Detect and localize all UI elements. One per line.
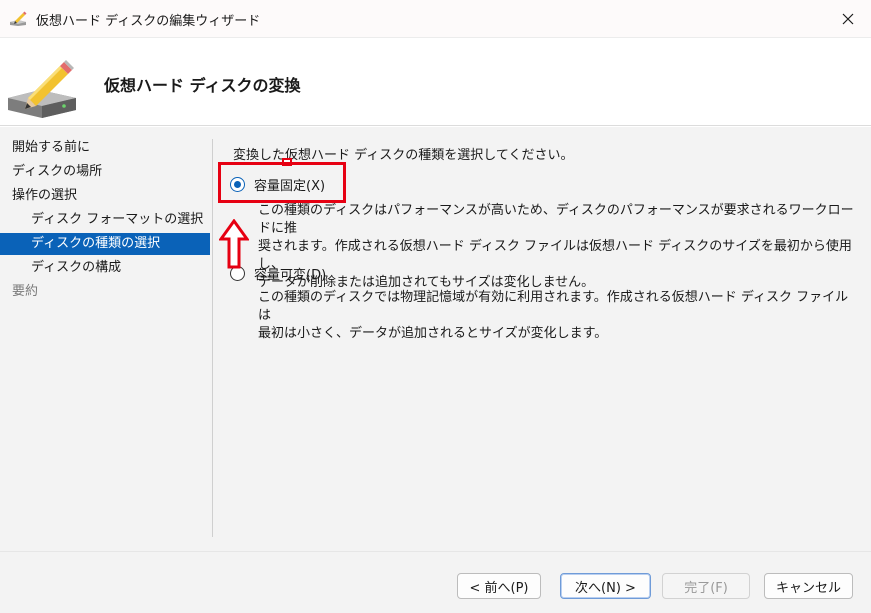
title-bar: 仮想ハード ディスクの編集ウィザード xyxy=(0,0,871,38)
disk-pencil-icon xyxy=(10,11,27,26)
cancel-button[interactable]: キャンセル xyxy=(764,573,853,599)
close-icon xyxy=(842,13,854,25)
disk-pencil-icon xyxy=(8,60,76,118)
description-line: 最初は小さく、データが追加されるとサイズが変化します。 xyxy=(258,326,608,341)
dynamic-size-label: 容量可変(D) xyxy=(254,268,327,283)
instruction-text: 変換した仮想ハード ディスクの種類を選択してください。 xyxy=(233,148,574,163)
radio-button-dynamic[interactable] xyxy=(230,266,245,281)
description-line: この種類のディスクでは物理記憶域が有効に利用されます。作成される仮想ハード ディ… xyxy=(258,290,849,323)
wizard-footer: < 前へ(P) 次へ(N) > 完了(F) キャンセル xyxy=(0,551,871,613)
finish-button[interactable]: 完了(F) xyxy=(662,573,750,599)
close-button[interactable] xyxy=(825,0,871,38)
fixed-size-description: この種類のディスクはパフォーマンスが高いため、ディスクのパフォーマンスが要求され… xyxy=(258,202,858,292)
nav-item-before-you-begin[interactable]: 開始する前に xyxy=(0,137,210,159)
fixed-size-label: 容量固定(X) xyxy=(254,179,326,194)
dynamic-size-radio[interactable]: 容量可変(D) xyxy=(230,264,326,283)
description-line: 奨されます。作成される仮想ハード ディスク ファイルは仮想ハード ディスクのサイ… xyxy=(258,239,852,272)
nav-item-configure-disk[interactable]: ディスクの構成 xyxy=(0,257,210,279)
nav-item-choose-action[interactable]: 操作の選択 xyxy=(0,185,210,207)
nav-item-disk-format[interactable]: ディスク フォーマットの選択 xyxy=(0,209,210,231)
back-button[interactable]: < 前へ(P) xyxy=(457,573,541,599)
wizard-header: 仮想ハード ディスクの変換 xyxy=(0,38,871,126)
nav-item-summary: 要約 xyxy=(12,284,39,299)
fixed-size-radio[interactable]: 容量固定(X) xyxy=(230,175,325,194)
nav-item-disk-type[interactable]: ディスクの種類の選択 xyxy=(0,233,210,255)
wizard-body: 開始する前に ディスクの場所 操作の選択 ディスク フォーマットの選択 ディスク… xyxy=(0,127,871,551)
page-title: 仮想ハード ディスクの変換 xyxy=(104,76,301,95)
description-line: この種類のディスクはパフォーマンスが高いため、ディスクのパフォーマンスが要求され… xyxy=(258,203,854,236)
next-button[interactable]: 次へ(N) > xyxy=(560,573,651,599)
nav-item-disk-location[interactable]: ディスクの場所 xyxy=(0,161,210,183)
radio-button-fixed[interactable] xyxy=(230,177,245,192)
wizard-content: 変換した仮想ハード ディスクの種類を選択してください。 容量固定(X) この種類… xyxy=(213,127,871,551)
window-title: 仮想ハード ディスクの編集ウィザード xyxy=(36,14,261,29)
dynamic-size-description: この種類のディスクでは物理記憶域が有効に利用されます。作成される仮想ハード ディ… xyxy=(258,289,858,343)
